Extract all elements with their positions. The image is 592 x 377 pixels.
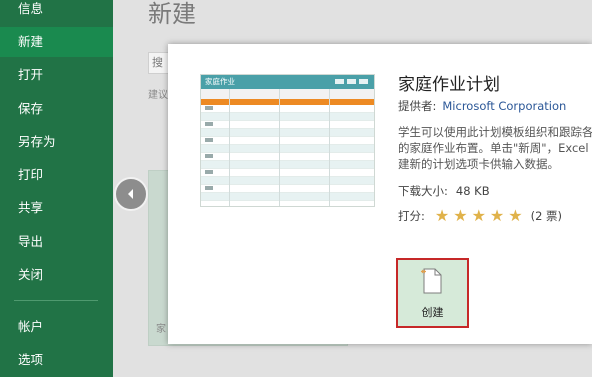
star-icon: ★ xyxy=(489,206,505,225)
preview-subheader xyxy=(201,89,374,99)
nav-item-share[interactable]: 共享 xyxy=(0,193,113,223)
backstage-nav: 信息 新建 打开 保存 另存为 打印 共享 导出 关闭 帐户 选项 xyxy=(0,0,113,377)
nav-item-export[interactable]: 导出 xyxy=(0,227,113,257)
nav-item-options[interactable]: 选项 xyxy=(0,345,113,375)
nav-divider xyxy=(14,300,98,301)
rating-stars: ★ ★ ★ ★ ★ xyxy=(435,208,523,224)
nav-item-save-as[interactable]: 另存为 xyxy=(0,127,113,157)
template-title: 家庭作业计划 xyxy=(398,75,500,95)
provider-label: 提供者: xyxy=(398,99,437,113)
nav-item-save[interactable]: 保存 xyxy=(0,94,113,124)
description-line: 学生可以使用此计划模板组织和跟踪各科 xyxy=(398,125,592,139)
preview-row xyxy=(201,129,374,137)
preview-row xyxy=(201,177,374,185)
page-title: 新建 xyxy=(148,0,196,28)
download-size: 下载大小: 48 KB xyxy=(398,183,490,199)
star-icon: ★ xyxy=(508,206,523,225)
preview-row xyxy=(201,145,374,153)
download-size-value: 48 KB xyxy=(455,184,490,198)
star-icon: ★ xyxy=(453,206,468,225)
create-button-label: 创建 xyxy=(421,306,444,319)
template-description: 学生可以使用此计划模板组织和跟踪各科 的家庭作业布置。单击"新周"，Excel … xyxy=(398,124,592,172)
nav-item-new[interactable]: 新建 xyxy=(0,27,113,57)
nav-item-close[interactable]: 关闭 xyxy=(0,260,113,290)
suggested-searches: 建议 xyxy=(148,90,168,101)
search-input[interactable]: 搜 xyxy=(148,52,170,74)
new-document-icon xyxy=(421,268,442,294)
preview-row xyxy=(201,169,374,177)
star-icon: ★ xyxy=(434,206,450,225)
download-size-label: 下载大小: xyxy=(398,184,448,198)
chevron-left-icon xyxy=(128,189,133,199)
template-preview-image: 家庭作业 xyxy=(200,74,375,207)
preview-row xyxy=(201,121,374,129)
provider-link[interactable]: Microsoft Corporation xyxy=(442,99,566,113)
nav-item-open[interactable]: 打开 xyxy=(0,60,113,90)
preview-row xyxy=(201,105,374,113)
star-icon: ★ xyxy=(471,206,486,225)
preview-row xyxy=(201,193,374,201)
template-thumbnail-label: 家 xyxy=(156,324,166,335)
rating-label: 打分: xyxy=(398,209,425,223)
preview-row xyxy=(201,161,374,169)
preview-row xyxy=(201,153,374,161)
preview-header-text: 家庭作业 xyxy=(205,77,235,86)
preview-header-boxes xyxy=(335,79,368,84)
rating: 打分: ★ ★ ★ ★ ★ (2 票) xyxy=(398,208,562,224)
nav-item-account[interactable]: 帐户 xyxy=(0,312,113,342)
preview-row xyxy=(201,185,374,193)
nav-item-info[interactable]: 信息 xyxy=(0,0,113,24)
nav-item-print[interactable]: 打印 xyxy=(0,160,113,190)
preview-row xyxy=(201,113,374,121)
provider-line: 提供者: Microsoft Corporation xyxy=(398,98,566,114)
preview-column-line xyxy=(229,89,230,206)
description-line: 建新的计划选项卡供输入数据。 xyxy=(398,157,559,171)
preview-header: 家庭作业 xyxy=(201,75,374,89)
create-button[interactable]: 创建 xyxy=(396,258,469,328)
preview-column-line xyxy=(329,89,330,206)
description-line: 的家庭作业布置。单击"新周"，Excel 将 xyxy=(398,141,592,155)
preview-row xyxy=(201,137,374,145)
vote-count: (2 票) xyxy=(530,209,563,223)
previous-template-button[interactable] xyxy=(114,177,148,211)
preview-column-line xyxy=(279,89,280,206)
